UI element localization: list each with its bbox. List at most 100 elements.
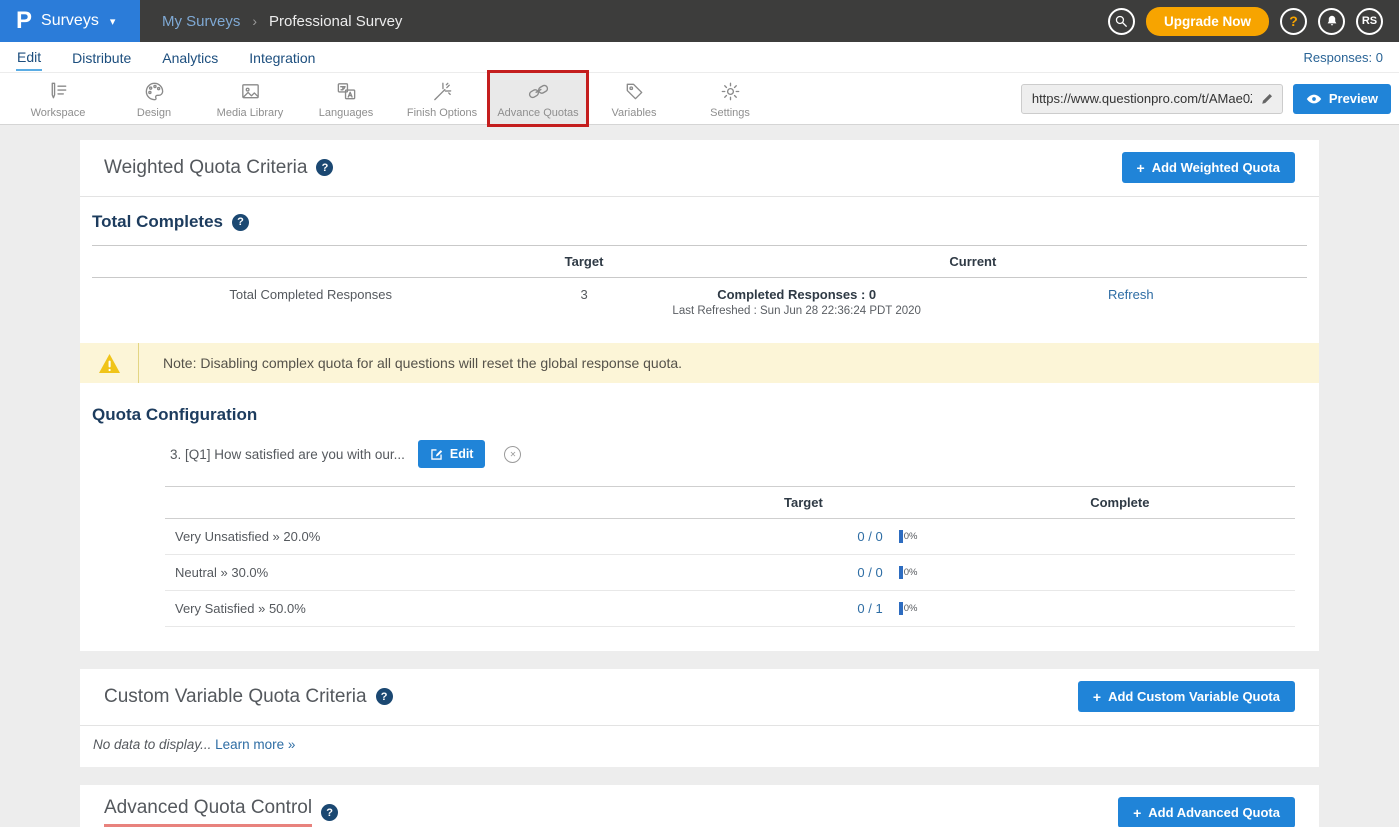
toolbar-item-media-library[interactable]: Media Library (202, 73, 298, 124)
preview-button[interactable]: Preview (1293, 84, 1391, 114)
advanced-quota-title: Advanced Quota Control (104, 797, 312, 827)
breadcrumb-parent-link[interactable]: My Surveys (162, 13, 240, 30)
edit-quota-button[interactable]: Edit (418, 440, 486, 468)
app-menu-label: Surveys (41, 12, 99, 30)
total-completes-target-value: 3 (529, 287, 638, 302)
toolbar-item-finish-options[interactable]: Finish Options (394, 73, 490, 124)
add-weighted-quota-button[interactable]: + Add Weighted Quota (1122, 152, 1296, 183)
app-menu[interactable]: P Surveys ▾ (0, 0, 140, 42)
quota-row-label: Neutral » 30.0% (165, 565, 662, 580)
avatar[interactable]: RS (1356, 8, 1383, 35)
progress-percent: 0% (904, 567, 918, 578)
caret-down-icon: ▾ (110, 15, 116, 28)
warning-icon (98, 353, 121, 374)
progress-bar (899, 530, 903, 543)
tab-integration[interactable]: Integration (248, 45, 316, 70)
add-advanced-quota-label: Add Advanced Quota (1148, 805, 1280, 820)
quota-row-target-value[interactable]: 0 / 0 (662, 565, 883, 580)
quota-table: Target Complete Very Unsatisfied » 20.0%… (165, 486, 1295, 627)
toolbar-item-label: Settings (710, 107, 750, 119)
translate-icon (335, 80, 358, 103)
top-bar: P Surveys ▾ My Surveys › Professional Su… (0, 0, 1399, 42)
add-custom-variable-quota-label: Add Custom Variable Quota (1108, 689, 1280, 704)
progress-bar (899, 566, 903, 579)
total-completes-header-row: Target Current (92, 245, 1307, 278)
weighted-quota-help-icon[interactable]: ? (316, 159, 333, 176)
search-button[interactable] (1108, 8, 1135, 35)
notifications-button[interactable] (1318, 8, 1345, 35)
toolbar-item-label: Media Library (217, 107, 284, 119)
toolbar-item-languages[interactable]: Languages (298, 73, 394, 124)
eye-icon (1306, 93, 1322, 105)
quota-row: Very Satisfied » 50.0% 0 / 1 0% (165, 591, 1295, 627)
refresh-cell: Refresh (955, 287, 1307, 302)
toolbar-item-variables[interactable]: Variables (586, 73, 682, 124)
quota-complete-column-header: Complete (945, 495, 1295, 510)
weighted-quota-title-row: Weighted Quota Criteria ? (104, 157, 333, 179)
completed-responses-value: Completed Responses : 0 (639, 287, 955, 302)
toolbar-item-label: Languages (319, 107, 373, 119)
workspace-icon (47, 80, 70, 103)
refresh-link[interactable]: Refresh (1108, 287, 1154, 302)
empty-header-cell (165, 495, 662, 510)
tab-edit[interactable]: Edit (16, 44, 42, 71)
image-icon (239, 80, 262, 103)
quota-progress: 0% (899, 530, 945, 543)
toolbar-item-advance-quotas[interactable]: Advance Quotas (490, 73, 586, 124)
questionpro-logo: P (16, 9, 32, 33)
toolbar-item-design[interactable]: Design (106, 73, 202, 124)
toolbar-item-label: Variables (611, 107, 656, 119)
add-custom-variable-quota-button[interactable]: + Add Custom Variable Quota (1078, 681, 1295, 712)
add-weighted-quota-label: Add Weighted Quota (1152, 160, 1280, 175)
survey-url-input[interactable] (1021, 84, 1283, 114)
responses-count: Responses: 0 (1304, 50, 1384, 65)
quota-row-target-value[interactable]: 0 / 1 (662, 601, 883, 616)
magic-wand-icon (431, 80, 454, 103)
custom-variable-title-row: Custom Variable Quota Criteria ? (104, 686, 393, 708)
no-data-text: No data to display... (93, 737, 211, 752)
survey-url-wrap (1021, 84, 1283, 114)
quota-row-target-value[interactable]: 0 / 0 (662, 529, 883, 544)
advanced-quota-help-icon[interactable]: ? (321, 804, 338, 821)
total-completes-help-icon[interactable]: ? (232, 214, 249, 231)
question-icon: ? (1289, 13, 1298, 29)
custom-variable-help-icon[interactable]: ? (376, 688, 393, 705)
quota-progress: 0% (899, 566, 945, 579)
toolbar-item-label: Design (137, 107, 171, 119)
add-advanced-quota-button[interactable]: + Add Advanced Quota (1118, 797, 1295, 827)
custom-variable-quota-header: Custom Variable Quota Criteria ? + Add C… (80, 669, 1319, 726)
custom-variable-quota-card: Custom Variable Quota Criteria ? + Add C… (80, 669, 1319, 767)
target-column-header: Target (529, 254, 638, 269)
bell-icon (1325, 14, 1339, 28)
note-text: Note: Disabling complex quota for all qu… (139, 343, 682, 383)
breadcrumb: My Surveys › Professional Survey (162, 0, 402, 42)
toolbar-item-settings[interactable]: Settings (682, 73, 778, 124)
quota-row-label: Very Unsatisfied » 20.0% (165, 529, 662, 544)
remove-quota-icon[interactable]: ✕ (504, 446, 521, 463)
quota-row: Very Unsatisfied » 20.0% 0 / 0 0% (165, 519, 1295, 555)
toolbar-item-workspace[interactable]: Workspace (10, 73, 106, 124)
quota-configuration-section: Quota Configuration 3. [Q1] How satisfie… (80, 383, 1319, 651)
custom-variable-title: Custom Variable Quota Criteria (104, 686, 367, 708)
plus-icon: + (1137, 161, 1145, 175)
main-content: Weighted Quota Criteria ? + Add Weighted… (0, 125, 1399, 827)
chain-link-icon (527, 80, 550, 103)
total-completes-section: Total Completes ? Target Current Total C… (80, 197, 1319, 331)
advanced-quota-card: Advanced Quota Control ? + Add Advanced … (80, 785, 1319, 827)
search-icon (1114, 14, 1128, 28)
breadcrumb-current: Professional Survey (269, 13, 402, 30)
upgrade-now-button[interactable]: Upgrade Now (1146, 7, 1269, 36)
learn-more-link[interactable]: Learn more » (215, 737, 295, 752)
weighted-quota-card: Weighted Quota Criteria ? + Add Weighted… (80, 140, 1319, 651)
edit-url-pencil-icon[interactable] (1260, 91, 1275, 106)
palette-icon (143, 80, 166, 103)
quota-row-target-cell: 0 / 1 0% (662, 601, 945, 616)
plus-icon: + (1093, 690, 1101, 704)
quota-configuration-title: Quota Configuration (92, 405, 1307, 425)
tab-analytics[interactable]: Analytics (161, 45, 219, 70)
help-button[interactable]: ? (1280, 8, 1307, 35)
tab-distribute[interactable]: Distribute (71, 45, 132, 70)
quota-row: Neutral » 30.0% 0 / 0 0% (165, 555, 1295, 591)
main-tab-bar: Edit Distribute Analytics Integration Re… (0, 42, 1399, 73)
quota-question-row: 3. [Q1] How satisfied are you with our..… (170, 440, 1307, 468)
